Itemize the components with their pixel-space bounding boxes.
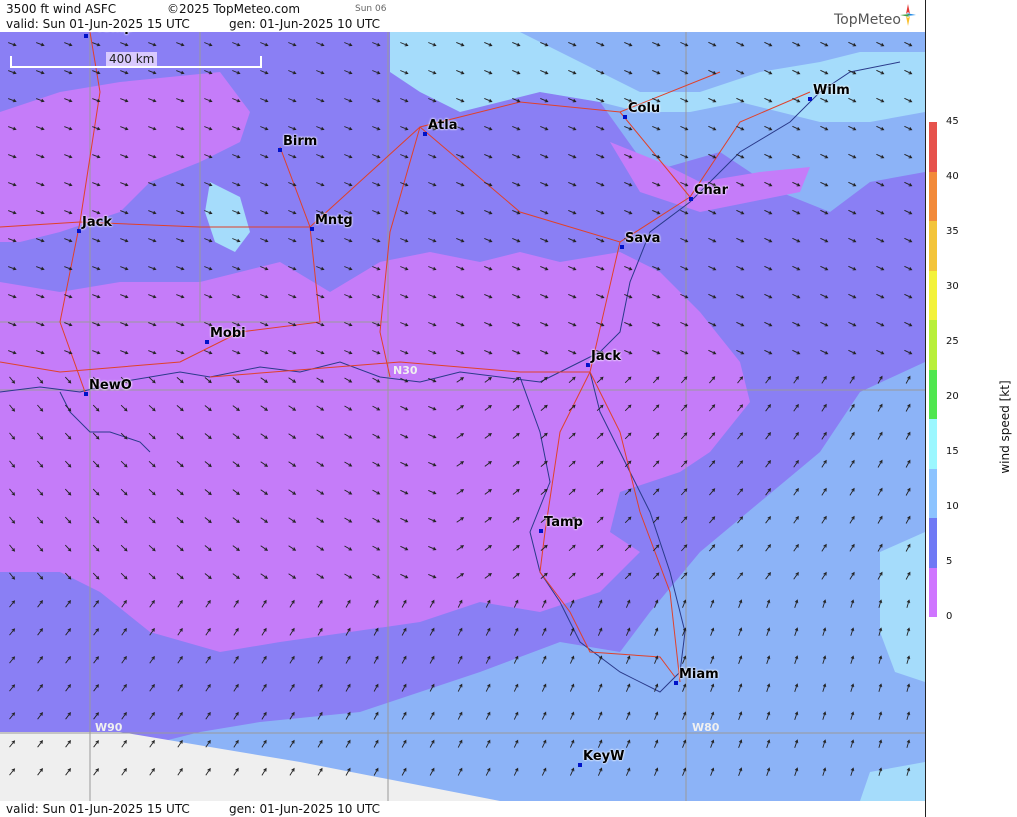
city-label: Birm <box>283 134 318 149</box>
colorbar-tick: 15 <box>946 446 959 457</box>
city-marker <box>578 763 582 767</box>
colorbar-segment <box>929 270 937 320</box>
city-marker <box>423 132 427 136</box>
grid-label-n30: N30 <box>393 364 418 377</box>
city-label: Miam <box>679 667 719 682</box>
colorbar-tick: 10 <box>946 501 959 512</box>
day-label: Sun 06 <box>355 4 387 14</box>
colorbar-tick: 0 <box>946 611 953 622</box>
city-marker <box>620 245 624 249</box>
valid-time: valid: Sun 01-Jun-2025 15 UTC <box>6 17 190 31</box>
footer-generated-time: gen: 01-Jun-2025 10 UTC <box>229 802 381 816</box>
city-marker <box>278 148 282 152</box>
colorbar-tick: 30 <box>946 281 959 292</box>
city-marker <box>586 363 590 367</box>
colorbar-segment <box>929 369 937 419</box>
colorbar-segment <box>929 320 937 370</box>
city-marker <box>84 34 88 38</box>
colorbar-tick: 40 <box>946 171 959 182</box>
grid-label-w80: W80 <box>692 721 720 734</box>
wind-map <box>0 32 925 801</box>
scale-bar-label: 400 km <box>106 52 158 66</box>
city-label: Char <box>694 183 728 198</box>
colorbar-tick: 35 <box>946 226 959 237</box>
city-label: Atla <box>428 118 458 133</box>
colorbar-tick: 45 <box>946 116 959 127</box>
city-marker <box>674 681 678 685</box>
colorbar-segment <box>929 221 937 271</box>
colorbar-segment <box>929 567 937 617</box>
header-bar: 3500 ft wind ASFC ©2025 TopMeteo.com Sun… <box>0 0 925 32</box>
city-marker <box>623 115 627 119</box>
city-marker <box>539 529 543 533</box>
footer-bar: valid: Sun 01-Jun-2025 15 UTC gen: 01-Ju… <box>0 801 925 817</box>
copyright: ©2025 TopMeteo.com <box>167 2 301 16</box>
colorbar-segment <box>929 468 937 518</box>
city-label: Colu <box>628 101 661 116</box>
city-label: Jack <box>591 349 621 364</box>
colorbar-segment <box>929 171 937 221</box>
colorbar <box>929 122 937 617</box>
logo-text: TopMeteo <box>834 12 901 28</box>
footer-valid-time: valid: Sun 01-Jun-2025 15 UTC <box>6 802 190 816</box>
city-label: Sava <box>625 231 661 246</box>
topmeteo-logo: TopMeteo <box>834 4 916 28</box>
city-marker <box>689 197 693 201</box>
colorbar-segment <box>929 122 937 172</box>
city-label: Wilm <box>813 83 850 98</box>
colorbar-tick: 20 <box>946 391 959 402</box>
colorbar-segment <box>929 518 937 568</box>
city-label: Jack <box>82 215 112 230</box>
city-marker <box>205 340 209 344</box>
colorbar-tick: 5 <box>946 556 953 567</box>
city-label: Mobi <box>210 326 246 341</box>
city-marker <box>77 229 81 233</box>
generated-time: gen: 01-Jun-2025 10 UTC <box>229 17 381 31</box>
colorbar-label: wind speed [kt] <box>998 380 1012 474</box>
compass-icon <box>900 4 916 26</box>
city-marker <box>310 227 314 231</box>
city-marker <box>808 97 812 101</box>
city-label: NewO <box>89 378 132 393</box>
city-label: Mntg <box>315 213 353 228</box>
colorbar-segment <box>929 419 937 469</box>
city-marker <box>84 392 88 396</box>
colorbar-tick: 25 <box>946 336 959 347</box>
grid-label-w90: W90 <box>95 721 123 734</box>
city-label: Tamp <box>544 515 583 530</box>
product-title: 3500 ft wind ASFC <box>6 2 117 16</box>
city-label: KeyW <box>583 749 625 764</box>
